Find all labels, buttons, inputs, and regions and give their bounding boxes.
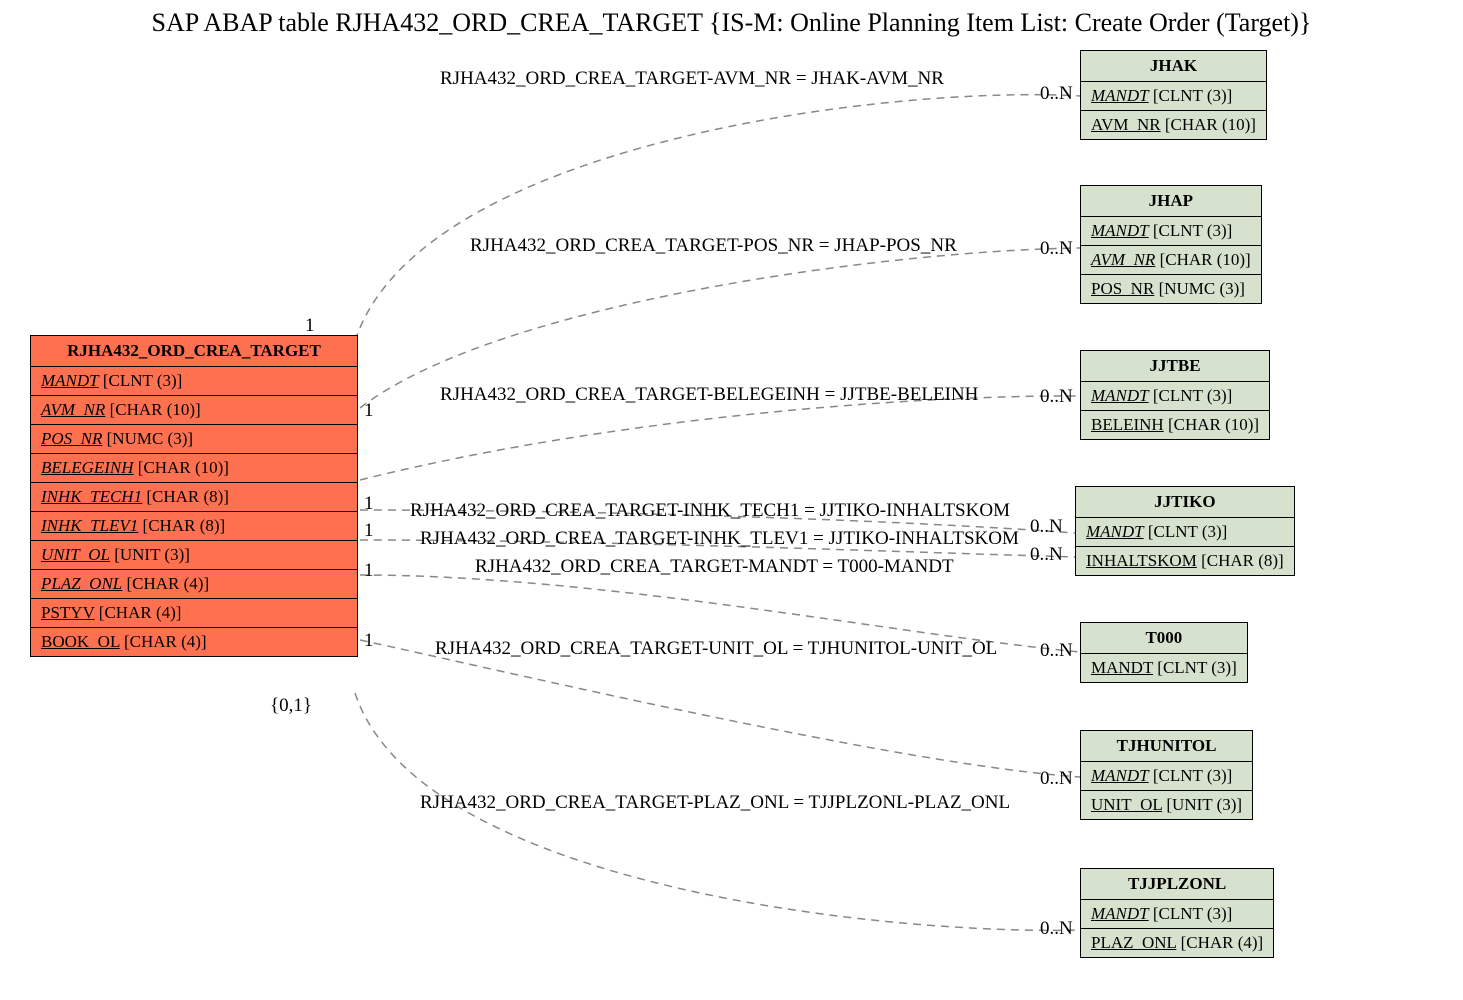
field-row: BELEGEINH [CHAR (10)] (31, 454, 357, 483)
card-left: 1 (364, 493, 374, 515)
field-row: POS_NR [NUMC (3)] (31, 425, 357, 454)
field-row: POS_NR [NUMC (3)] (1081, 275, 1261, 303)
field-row: UNIT_OL [UNIT (3)] (31, 541, 357, 570)
entity-t000: T000 MANDT [CLNT (3)] (1080, 622, 1248, 683)
field-row: INHALTSKOM [CHAR (8)] (1076, 547, 1294, 575)
join-label: RJHA432_ORD_CREA_TARGET-UNIT_OL = TJHUNI… (435, 638, 997, 660)
join-label: RJHA432_ORD_CREA_TARGET-AVM_NR = JHAK-AV… (440, 68, 944, 90)
field-row: PLAZ_ONL [CHAR (4)] (1081, 929, 1273, 957)
entity-tjhunitol: TJHUNITOL MANDT [CLNT (3)]UNIT_OL [UNIT … (1080, 730, 1253, 820)
card-left: 1 (305, 315, 315, 337)
join-label: RJHA432_ORD_CREA_TARGET-MANDT = T000-MAN… (475, 556, 954, 578)
field-row: AVM_NR [CHAR (10)] (1081, 111, 1266, 139)
join-label: RJHA432_ORD_CREA_TARGET-POS_NR = JHAP-PO… (470, 235, 957, 257)
field-row: MANDT [CLNT (3)] (1076, 518, 1294, 547)
field-row: MANDT [CLNT (3)] (31, 367, 357, 396)
entity-header: TJHUNITOL (1081, 731, 1252, 762)
card-right: 0..N (1040, 386, 1073, 408)
entity-jhap: JHAP MANDT [CLNT (3)]AVM_NR [CHAR (10)]P… (1080, 185, 1262, 304)
join-label: RJHA432_ORD_CREA_TARGET-INHK_TLEV1 = JJT… (420, 528, 1019, 550)
entity-jjtbe: JJTBE MANDT [CLNT (3)]BELEINH [CHAR (10)… (1080, 350, 1270, 440)
card-right: 0..N (1030, 516, 1063, 538)
field-row: MANDT [CLNT (3)] (1081, 654, 1247, 682)
entity-header: TJJPLZONL (1081, 869, 1273, 900)
field-row: AVM_NR [CHAR (10)] (1081, 246, 1261, 275)
field-row: MANDT [CLNT (3)] (1081, 762, 1252, 791)
card-right: 0..N (1040, 238, 1073, 260)
entity-header: JJTIKO (1076, 487, 1294, 518)
card-right: 0..N (1040, 768, 1073, 790)
card-left: 1 (364, 400, 374, 422)
card-right: 0..N (1040, 918, 1073, 940)
join-label: RJHA432_ORD_CREA_TARGET-INHK_TECH1 = JJT… (410, 500, 1010, 522)
field-row: UNIT_OL [UNIT (3)] (1081, 791, 1252, 819)
field-row: PSTYV [CHAR (4)] (31, 599, 357, 628)
card-left: {0,1} (270, 695, 312, 717)
field-row: MANDT [CLNT (3)] (1081, 900, 1273, 929)
entity-tjjplzonl: TJJPLZONL MANDT [CLNT (3)]PLAZ_ONL [CHAR… (1080, 868, 1274, 958)
card-left: 1 (364, 630, 374, 652)
field-row: BOOK_OL [CHAR (4)] (31, 628, 357, 656)
field-row: AVM_NR [CHAR (10)] (31, 396, 357, 425)
card-right: 0..N (1040, 640, 1073, 662)
field-row: MANDT [CLNT (3)] (1081, 217, 1261, 246)
join-label: RJHA432_ORD_CREA_TARGET-BELEGEINH = JJTB… (440, 384, 978, 406)
field-row: MANDT [CLNT (3)] (1081, 82, 1266, 111)
card-right: 0..N (1040, 83, 1073, 105)
entity-jjtiko: JJTIKO MANDT [CLNT (3)]INHALTSKOM [CHAR … (1075, 486, 1295, 576)
card-left: 1 (364, 520, 374, 542)
entity-header: T000 (1081, 623, 1247, 654)
card-right: 0..N (1030, 544, 1063, 566)
field-row: INHK_TECH1 [CHAR (8)] (31, 483, 357, 512)
join-label: RJHA432_ORD_CREA_TARGET-PLAZ_ONL = TJJPL… (420, 792, 1010, 814)
entity-header: JJTBE (1081, 351, 1269, 382)
main-entity: RJHA432_ORD_CREA_TARGET MANDT [CLNT (3)]… (30, 335, 358, 657)
field-row: MANDT [CLNT (3)] (1081, 382, 1269, 411)
main-entity-header: RJHA432_ORD_CREA_TARGET (31, 336, 357, 367)
field-row: BELEINH [CHAR (10)] (1081, 411, 1269, 439)
field-row: PLAZ_ONL [CHAR (4)] (31, 570, 357, 599)
entity-jhak: JHAK MANDT [CLNT (3)]AVM_NR [CHAR (10)] (1080, 50, 1267, 140)
page-title: SAP ABAP table RJHA432_ORD_CREA_TARGET {… (0, 8, 1463, 38)
entity-header: JHAP (1081, 186, 1261, 217)
card-left: 1 (364, 560, 374, 582)
entity-header: JHAK (1081, 51, 1266, 82)
field-row: INHK_TLEV1 [CHAR (8)] (31, 512, 357, 541)
